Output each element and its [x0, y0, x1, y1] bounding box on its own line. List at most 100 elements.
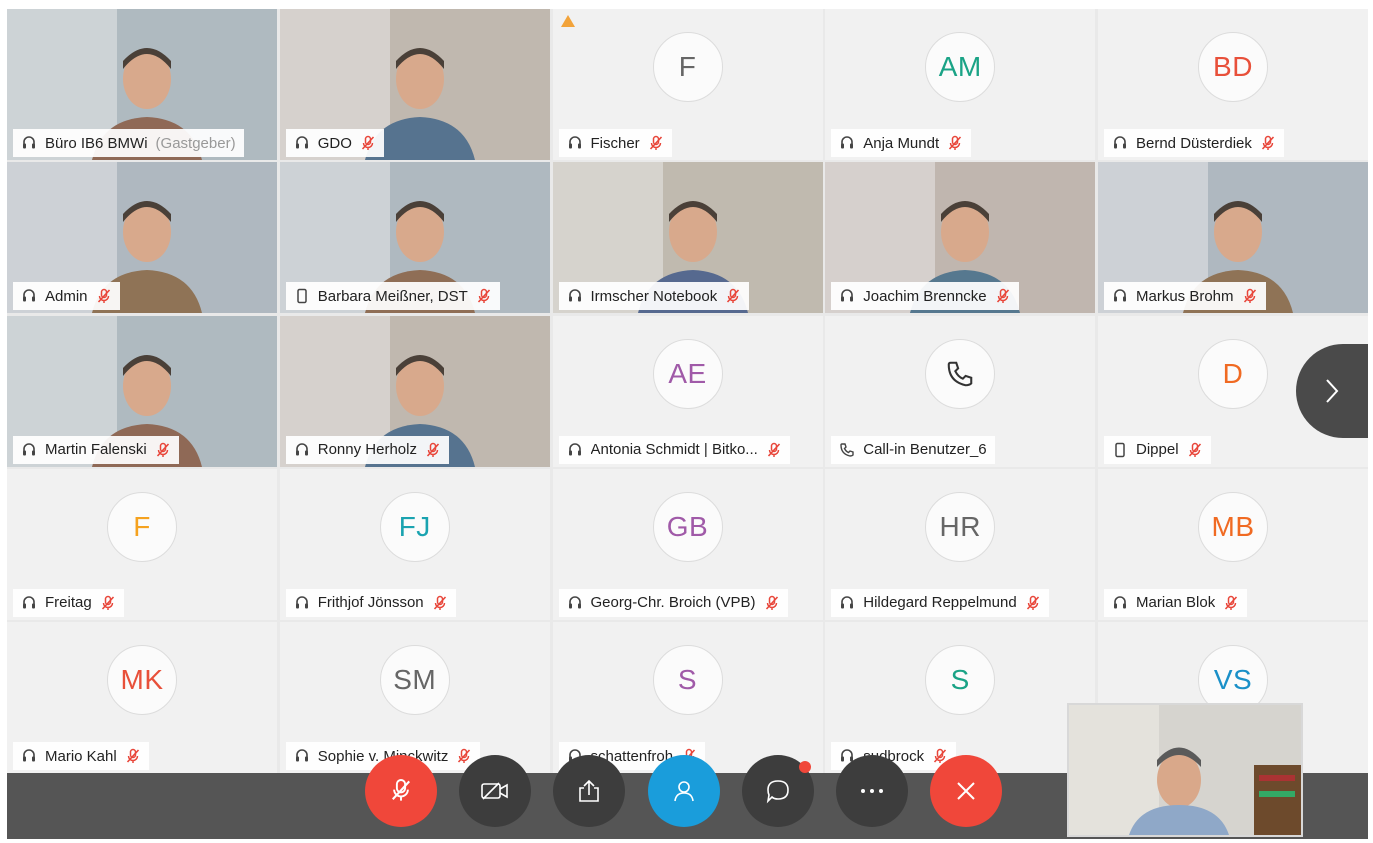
headset-icon	[21, 288, 37, 304]
participant-avatar: AM	[925, 32, 996, 102]
headset-icon	[294, 442, 310, 458]
host-role-label: (Gastgeber)	[155, 134, 236, 152]
participant-name: Freitag	[45, 594, 92, 612]
participant-tile[interactable]: Ronny Herholz	[279, 315, 550, 467]
participant-tile[interactable]: AM Anja Mundt	[825, 9, 1096, 160]
chat-button[interactable]	[741, 755, 814, 827]
share-icon	[576, 778, 602, 804]
participant-avatar: S	[652, 645, 723, 715]
participant-name: Bernd Düsterdiek	[1136, 134, 1252, 152]
participant-avatar: F	[107, 491, 177, 562]
avatar-initials: F	[678, 51, 697, 82]
participants-icon	[671, 778, 697, 804]
share-button[interactable]	[553, 755, 626, 827]
avatar-initials: SM	[393, 664, 437, 695]
participant-tile[interactable]: Sschattenfroh	[552, 622, 823, 773]
headset-icon	[21, 135, 37, 151]
participant-tile[interactable]: SM Sophie v. Minckwitz	[279, 622, 550, 773]
participant-tile[interactable]: F Fischer	[552, 9, 823, 160]
participant-name-label: Admin	[13, 282, 120, 311]
participant-name: Martin Falenski	[45, 441, 147, 458]
microphone-muted-icon	[766, 442, 782, 458]
participant-tile[interactable]: F Freitag	[7, 468, 277, 620]
video-off-icon	[480, 780, 510, 802]
more-icon	[859, 787, 885, 795]
participant-name-label: Markus Brohm	[1104, 282, 1266, 311]
participant-name-label: Mario Kahl	[13, 742, 149, 770]
participant-avatar: HR	[925, 491, 996, 562]
participant-tile[interactable]: Ssudbrock	[825, 622, 1096, 773]
participant-tile[interactable]: Barbara Meißner, DST	[279, 162, 550, 314]
participant-tile[interactable]: Markus Brohm	[1098, 162, 1368, 314]
avatar-initials: GB	[666, 510, 709, 542]
leave-button[interactable]	[930, 755, 1003, 827]
headset-icon	[839, 288, 855, 304]
microphone-muted-icon	[725, 288, 741, 304]
participant-tile[interactable]: Joachim Brenncke	[825, 162, 1096, 314]
microphone-muted-icon	[1223, 595, 1239, 611]
mobile-icon	[294, 288, 310, 304]
avatar-initials: MB	[1211, 510, 1255, 542]
mute-button[interactable]	[365, 755, 437, 827]
participant-tile[interactable]: MK Mario Kahl	[7, 622, 277, 773]
microphone-muted-icon	[390, 778, 412, 804]
self-view[interactable]	[1067, 703, 1303, 837]
avatar-initials: S	[950, 664, 970, 695]
microphone-muted-icon	[1260, 135, 1276, 151]
participant-name: Markus Brohm	[1136, 287, 1234, 305]
participant-name-label: Call-in Benutzer_6	[831, 435, 995, 464]
participant-tile[interactable]: Büro IB6 BMWi (Gastgeber)	[7, 9, 277, 160]
participant-avatar: GB	[652, 491, 723, 562]
participant-name: Fischer	[590, 134, 640, 152]
headset-icon	[567, 595, 583, 611]
participant-name: Mario Kahl	[45, 747, 117, 765]
participant-name: Ronny Herholz	[317, 441, 417, 458]
microphone-muted-icon	[425, 442, 441, 458]
participant-tile[interactable]: BD Bernd Düsterdiek	[1098, 9, 1368, 160]
participant-name-label: Hildegard Reppelmund	[831, 588, 1049, 617]
participants-button[interactable]	[647, 755, 720, 827]
participant-name-label: Fischer	[558, 129, 672, 157]
headset-icon	[294, 595, 310, 611]
avatar-initials: AE	[668, 357, 707, 389]
headset-icon	[567, 135, 583, 151]
participant-name-label: Dippel	[1104, 435, 1211, 464]
participant-name-label: Frithjof Jönsson	[285, 588, 456, 617]
participant-tile[interactable]: FJ Frithjof Jönsson	[279, 468, 550, 620]
self-view-video	[1069, 705, 1301, 835]
participant-tile[interactable]: Admin	[7, 162, 277, 314]
participant-tile[interactable]: GB Georg-Chr. Broich (VPB)	[552, 468, 823, 620]
participant-tile[interactable]: HR Hildegard Reppelmund	[825, 468, 1096, 620]
headset-icon	[1112, 595, 1128, 611]
microphone-muted-icon	[125, 748, 141, 764]
warning-icon	[560, 15, 575, 27]
close-icon	[955, 780, 977, 802]
video-button[interactable]	[459, 755, 532, 827]
headset-icon	[567, 442, 583, 458]
headset-icon	[567, 288, 583, 304]
participant-avatar: S	[925, 645, 996, 715]
participant-name-label: Marian Blok	[1104, 588, 1248, 617]
participant-tile[interactable]: MB Marian Blok	[1098, 468, 1368, 620]
avatar-initials: BD	[1213, 51, 1253, 82]
participant-name: Joachim Brenncke	[863, 287, 987, 305]
phone-icon	[947, 361, 973, 386]
participant-name: Antonia Schmidt | Bitko...	[590, 441, 758, 458]
participant-name: Marian Blok	[1136, 594, 1216, 612]
microphone-muted-icon	[96, 288, 112, 304]
microphone-muted-icon	[764, 595, 780, 611]
participant-name-label: GDO	[285, 129, 384, 157]
participant-tile[interactable]: Martin Falenski	[7, 315, 277, 467]
participant-name: GDO	[317, 134, 352, 152]
participant-tile[interactable]: Irmscher Notebook	[552, 162, 823, 314]
more-button[interactable]	[836, 755, 908, 827]
headset-icon	[21, 442, 37, 458]
participant-tile[interactable]: AE Antonia Schmidt | Bitko...	[552, 315, 823, 467]
chat-icon	[764, 777, 792, 805]
headset-icon	[21, 595, 37, 611]
participant-name-label: Antonia Schmidt | Bitko...	[558, 435, 790, 464]
headset-icon	[294, 135, 310, 151]
phone-icon	[839, 442, 855, 458]
participant-tile[interactable]: GDO	[279, 9, 550, 160]
participant-tile[interactable]: Call-in Benutzer_6	[825, 315, 1096, 467]
